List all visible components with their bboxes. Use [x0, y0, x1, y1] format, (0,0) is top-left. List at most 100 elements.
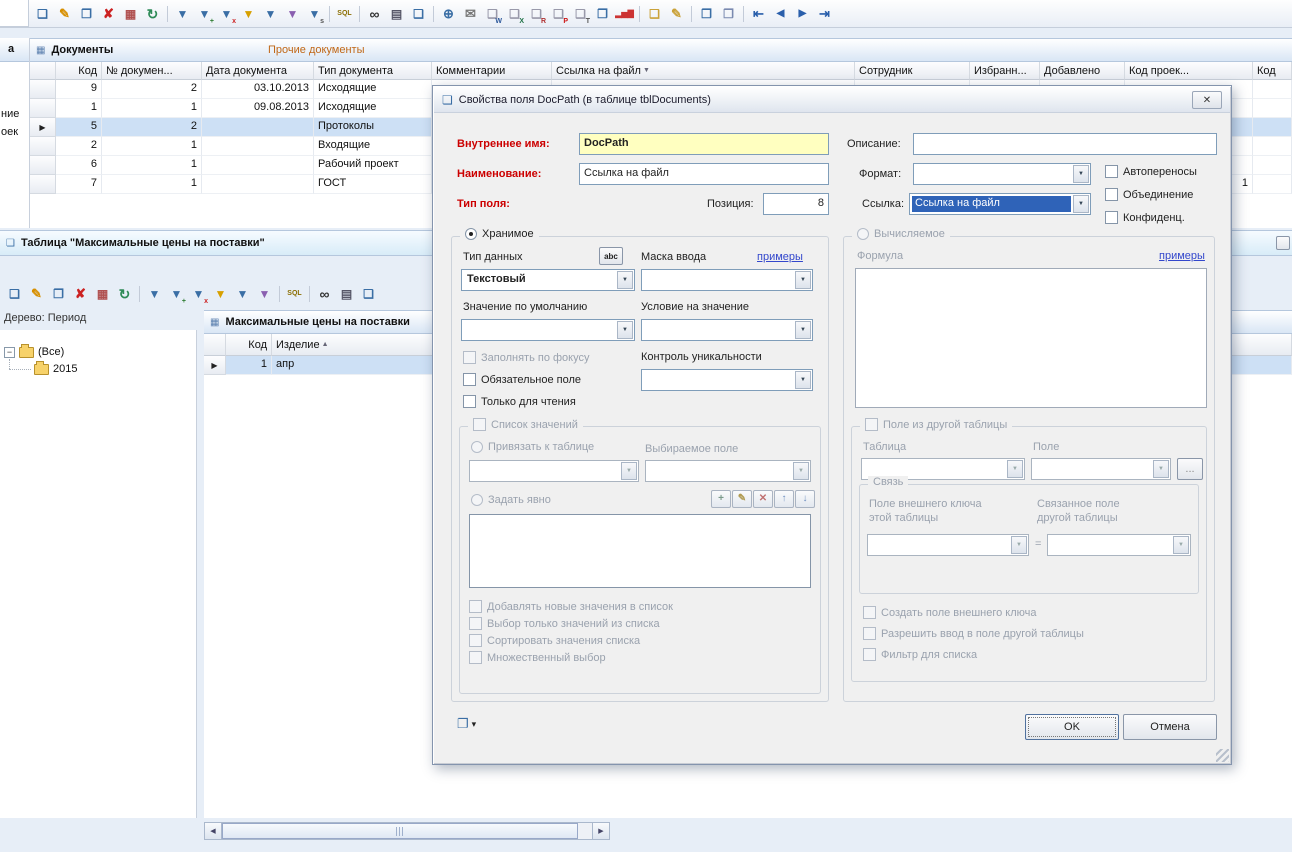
preview-icon[interactable]: ❏ — [408, 3, 429, 25]
cancel-button[interactable]: Отмена — [1123, 714, 1217, 740]
print-icon[interactable]: ▤ — [386, 3, 407, 25]
column-header[interactable]: Код — [56, 62, 102, 80]
chevron-down-icon[interactable]: ▼ — [621, 462, 637, 480]
column-header[interactable]: Сотрудник — [855, 62, 970, 80]
allow-input-checkbox[interactable]: Разрешить ввод в поле другой таблицы — [863, 627, 1084, 640]
chevron-down-icon[interactable]: ▼ — [1073, 165, 1089, 183]
export-html-icon[interactable]: ⊕ — [438, 3, 459, 25]
scroll-right-button[interactable]: ▶ — [592, 823, 609, 839]
nav-first-icon[interactable]: ⇤ — [748, 3, 769, 25]
copy-properties-button[interactable]: ❐ ▾ — [457, 716, 476, 732]
preview-icon[interactable]: ❏ — [358, 283, 379, 305]
filter-icon[interactable]: ▼ — [172, 3, 193, 25]
tree-node-label[interactable]: 2015 — [53, 363, 77, 375]
chevron-down-icon[interactable]: ▼ — [793, 462, 809, 480]
uniqueness-dropdown[interactable]: ▼ — [641, 369, 813, 391]
add-record-icon[interactable]: ❏ — [32, 3, 53, 25]
export-word-icon[interactable]: ❏W — [482, 3, 503, 25]
sort-list-values-checkbox[interactable]: Сортировать значения списка — [469, 634, 640, 647]
filter-saved-icon[interactable]: ▼s — [304, 3, 325, 25]
nav-last-icon[interactable]: ⇥ — [814, 3, 835, 25]
required-checkbox[interactable]: Обязательное поле — [463, 373, 581, 386]
filter-remove-icon[interactable]: ▼x — [216, 3, 237, 25]
value-condition-dropdown[interactable]: ▼ — [641, 319, 813, 341]
filter-add-icon[interactable]: ▼+ — [194, 3, 215, 25]
other-field-dropdown[interactable]: ▼ — [1031, 458, 1171, 480]
add-new-values-checkbox[interactable]: Добавлять новые значения в список — [469, 600, 673, 613]
autowrap-checkbox[interactable]: Автопереносы — [1105, 165, 1197, 178]
tree-node-label[interactable]: (Все) — [38, 346, 64, 358]
abc-format-button[interactable]: abc — [599, 247, 623, 265]
input-mask-dropdown[interactable]: ▼ — [641, 269, 813, 291]
windows-cascade-icon[interactable]: ❒ — [718, 3, 739, 25]
filter-add-icon[interactable]: ▼+ — [166, 283, 187, 305]
chevron-down-icon[interactable]: ▼ — [617, 271, 633, 289]
edit-record-icon[interactable]: ✎ — [54, 3, 75, 25]
explicit-values-listbox[interactable] — [469, 514, 811, 588]
chevron-down-icon[interactable]: ▼ — [795, 321, 811, 339]
copy-record-icon[interactable]: ❐ — [76, 3, 97, 25]
scroll-left-button[interactable]: ◀ — [205, 823, 222, 839]
clear-table-icon[interactable]: ▦ — [92, 283, 113, 305]
column-header[interactable]: Код проек... — [1125, 62, 1253, 80]
formula-textarea[interactable] — [855, 268, 1207, 408]
chevron-down-icon[interactable]: ▼ — [1007, 460, 1023, 478]
explicit-list-radio[interactable]: Задать явно — [471, 494, 551, 506]
other-table-checkbox[interactable]: Поле из другой таблицы — [865, 418, 1007, 431]
tree-node-root[interactable]: − (Все) — [4, 346, 64, 358]
note-icon[interactable]: ❑ — [644, 3, 665, 25]
find-icon[interactable]: ∞ — [314, 283, 335, 305]
data-type-dropdown[interactable]: Текстовый ▼ — [461, 269, 635, 291]
only-list-values-checkbox[interactable]: Выбор только значений из списка — [469, 617, 660, 630]
window-icon[interactable]: ❒ — [696, 3, 717, 25]
chevron-down-icon[interactable]: ▼ — [1073, 195, 1089, 213]
export-excel-icon[interactable]: ❏X — [504, 3, 525, 25]
create-fk-checkbox[interactable]: Создать поле внешнего ключа — [863, 606, 1037, 619]
nav-next-icon[interactable]: ▶ — [792, 3, 813, 25]
scrollbar-track[interactable] — [222, 823, 592, 839]
export-txt-icon[interactable]: ❏T — [570, 3, 591, 25]
export-clipboard-icon[interactable]: ❐ — [592, 3, 613, 25]
browse-button[interactable]: ... — [1177, 458, 1203, 480]
internal-name-input[interactable]: DocPath — [579, 133, 829, 155]
readonly-checkbox[interactable]: Только для чтения — [463, 395, 576, 408]
column-header[interactable]: Добавлено — [1040, 62, 1125, 80]
horizontal-scrollbar[interactable]: ◀ ▶ — [204, 822, 610, 840]
position-input[interactable]: 8 — [763, 193, 829, 215]
format-dropdown[interactable]: ▼ — [913, 163, 1091, 185]
value-list-checkbox[interactable]: Список значений — [473, 418, 578, 431]
column-header[interactable]: Дата документа — [202, 62, 314, 80]
column-header[interactable]: Комментарии — [432, 62, 552, 80]
bind-table-dropdown[interactable]: ▼ — [469, 460, 639, 482]
note-edit-icon[interactable]: ✎ — [666, 3, 687, 25]
computed-radio[interactable]: Вычисляемое — [857, 228, 945, 240]
chevron-down-icon[interactable]: ▼ — [1153, 460, 1169, 478]
column-header[interactable]: Ссылка на файл▼ — [552, 62, 855, 80]
list-add-button[interactable]: + — [711, 490, 731, 508]
nav-prev-icon[interactable]: ◀ — [770, 3, 791, 25]
filter-remove-icon[interactable]: ▼x — [188, 283, 209, 305]
resize-grip[interactable] — [1216, 749, 1229, 762]
filter-selection-icon[interactable]: ▼ — [260, 3, 281, 25]
panel-collapse-button[interactable] — [1276, 236, 1290, 250]
bind-field-dropdown[interactable]: ▼ — [645, 460, 811, 482]
filter-sql-icon[interactable]: SQL — [334, 3, 355, 25]
list-up-button[interactable]: ↑ — [774, 490, 794, 508]
documents-panel-header[interactable]: ▦ Документы Прочие документы — [30, 38, 1292, 62]
description-input[interactable] — [913, 133, 1217, 155]
formula-examples-link[interactable]: примеры — [1159, 250, 1205, 262]
column-header[interactable]: Избранн... — [970, 62, 1040, 80]
delete-record-icon[interactable]: ✘ — [98, 3, 119, 25]
refresh-icon[interactable]: ↻ — [114, 283, 135, 305]
copy-record-icon[interactable]: ❐ — [48, 283, 69, 305]
bind-to-table-radio[interactable]: Привязать к таблице — [471, 441, 594, 453]
column-header[interactable]: Код — [1253, 62, 1292, 80]
tab-other-documents[interactable]: Прочие документы — [268, 44, 365, 56]
fk-dropdown[interactable]: ▼ — [867, 534, 1029, 556]
filter-sql-icon[interactable]: SQL — [284, 283, 305, 305]
refresh-icon[interactable]: ↻ — [142, 3, 163, 25]
tree-node-2015[interactable]: 2015 — [34, 363, 77, 375]
find-icon[interactable]: ∞ — [364, 3, 385, 25]
column-header[interactable]: № докумен... — [102, 62, 202, 80]
export-rtf-icon[interactable]: ❏R — [526, 3, 547, 25]
